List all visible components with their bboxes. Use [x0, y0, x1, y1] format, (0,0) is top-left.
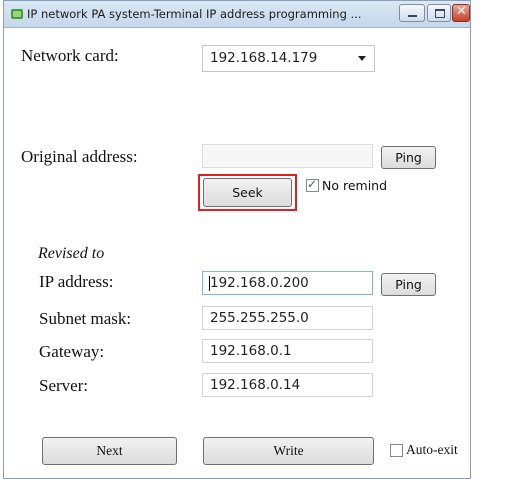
ip-ping-label: Ping	[395, 277, 422, 292]
original-address-label: Original address:	[21, 147, 138, 166]
app-window: IP network PA system-Terminal IP address…	[3, 0, 471, 479]
window-title: IP network PA system-Terminal IP address…	[27, 7, 362, 21]
maximize-button[interactable]	[427, 4, 451, 22]
subnet-mask-value: 255.255.255.0	[210, 310, 309, 326]
gateway-label: Gateway:	[39, 342, 105, 361]
gateway-value: 192.168.0.1	[210, 343, 292, 359]
next-button[interactable]: Next	[42, 437, 177, 465]
next-label: Next	[96, 443, 123, 458]
network-card-label: Network card:	[21, 46, 119, 65]
seek-button[interactable]: Seek	[203, 178, 292, 207]
ip-address-value: 192.168.0.200	[210, 275, 309, 291]
close-icon: ✕	[456, 4, 467, 19]
app-icon	[11, 9, 23, 19]
write-button[interactable]: Write	[203, 437, 374, 465]
ip-address-field[interactable]: 192.168.0.200	[202, 271, 373, 295]
original-ping-label: Ping	[395, 150, 422, 165]
network-card-select[interactable]: 192.168.14.179	[202, 45, 375, 72]
subnet-mask-label: Subnet mask:	[39, 309, 132, 328]
revised-heading: Revised to	[38, 245, 105, 262]
title-bar[interactable]: IP network PA system-Terminal IP address…	[4, 1, 470, 28]
minimize-button[interactable]	[399, 4, 425, 22]
auto-exit-label: Auto-exit	[406, 442, 458, 457]
server-value: 192.168.0.14	[210, 377, 301, 393]
no-remind-checkbox[interactable]	[306, 177, 319, 192]
no-remind-label: No remind	[322, 178, 388, 193]
ip-ping-button[interactable]: Ping	[381, 273, 436, 296]
close-button[interactable]: ✕	[452, 4, 470, 22]
gateway-field[interactable]: 192.168.0.1	[202, 339, 373, 363]
subnet-mask-field[interactable]: 255.255.255.0	[202, 306, 373, 330]
original-ping-button[interactable]: Ping	[381, 146, 436, 169]
server-label: Server:	[39, 376, 89, 395]
seek-label: Seek	[232, 185, 263, 200]
chevron-down-icon	[358, 56, 366, 61]
ip-address-label: IP address:	[39, 272, 114, 291]
server-field[interactable]: 192.168.0.14	[202, 373, 373, 397]
auto-exit-checkbox[interactable]	[390, 444, 403, 457]
write-label: Write	[273, 443, 304, 458]
original-address-field[interactable]	[202, 144, 373, 168]
network-card-value: 192.168.14.179	[210, 50, 318, 66]
